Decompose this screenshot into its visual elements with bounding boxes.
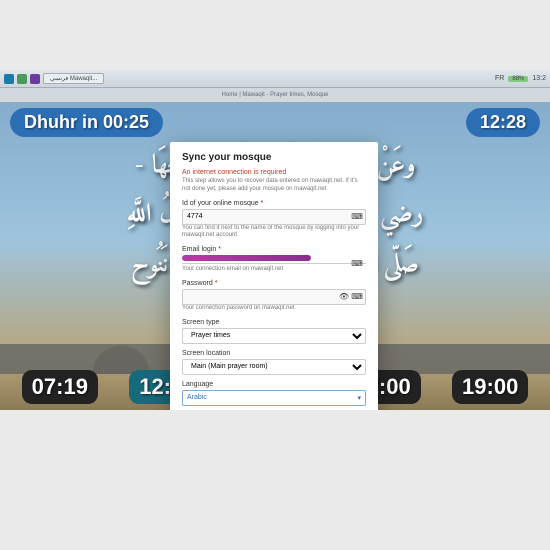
screen-location-select[interactable]: Main (Main prayer room) [182,359,366,375]
keyboard-icon[interactable]: ⌨ [351,211,363,223]
modal-warning: An internet connection is required [182,169,366,176]
modal-subtext: This step allows you to recover data ent… [182,178,366,194]
next-prayer-badge: Dhuhr in 00:25 [10,108,163,137]
letterbox-bottom [0,410,550,550]
screen: فرنسي Mawaqit... FR 88% 13:2 Home | Mawa… [0,70,550,410]
tray-clock: 13:2 [532,75,546,82]
screen-location-label: Screen location [182,350,366,357]
app-icon-browser[interactable] [4,74,14,84]
mosque-id-input[interactable] [182,209,366,225]
tray-lang[interactable]: FR [495,75,504,82]
browser-toolbar: Home | Mawaqit - Prayer times, Mosque [0,88,550,102]
app-icon-2[interactable] [17,74,27,84]
password-label: Password * [182,280,366,287]
keyboard-icon[interactable]: ⌨ [351,257,363,269]
keyboard-icon[interactable]: ⌨ [351,291,363,303]
mosque-id-hint: You can find it next to the name of the … [182,225,366,241]
sync-mosque-modal: Sync your mosque An internet connection … [170,142,378,410]
language-value: Arabic [187,394,207,401]
language-label: Language [182,381,366,388]
prayer-time-isha: 19:00 [452,370,528,404]
clock-badge: 12:28 [466,108,540,137]
browser-tab[interactable]: فرنسي Mawaqit... [43,73,104,84]
screen-type-label: Screen type [182,319,366,326]
chevron-down-icon: ▾ [357,394,361,402]
page-title: Home | Mawaqit - Prayer times, Mosque [222,92,329,98]
password-hint: Your connection password on mawaqit.net [182,305,366,313]
screen-type-select[interactable]: Prayer times [182,328,366,344]
os-taskbar: فرنسي Mawaqit... FR 88% 13:2 [0,70,550,88]
eye-icon[interactable]: 👁 [338,291,350,303]
tray-battery[interactable]: 88% [508,76,528,82]
email-label: Email login * [182,246,366,253]
prayer-time-fajr: 07:19 [22,370,98,404]
language-select[interactable]: Arabic ▾ [182,390,366,406]
modal-title: Sync your mosque [182,152,366,163]
mosque-id-label: Id of your online mosque * [182,200,366,207]
app-icon-3[interactable] [30,74,40,84]
prayer-display: Dhuhr in 00:25 12:28 وعَنْ أمِّ عَطِيَّة… [0,102,550,410]
letterbox-top [0,0,550,70]
